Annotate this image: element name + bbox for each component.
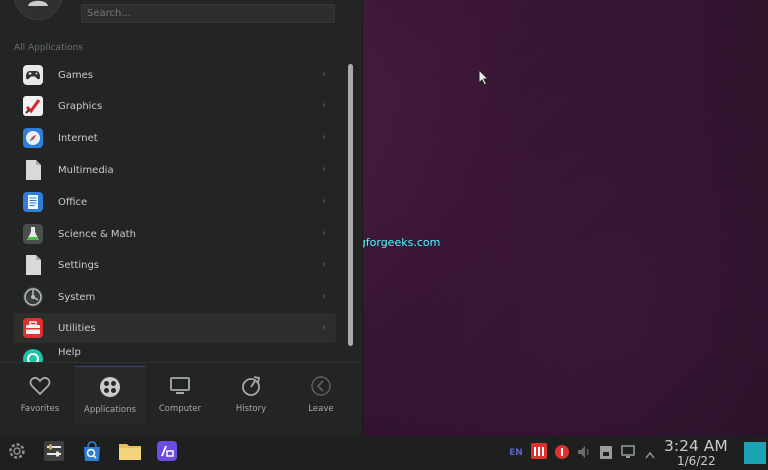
chevron-right-icon: › [322, 100, 326, 111]
app-icon [156, 440, 178, 466]
tab-favorites[interactable]: Favorites [5, 366, 75, 422]
avatar[interactable] [14, 0, 62, 20]
tab-leave[interactable]: Leave [286, 366, 356, 422]
category-label: Utilities [58, 322, 96, 334]
mouse-cursor-icon [478, 68, 490, 90]
file-icon [22, 254, 44, 276]
chevron-right-icon: › [322, 164, 326, 175]
keyboard-layout-indicator[interactable]: EN [507, 441, 525, 465]
tab-label: Leave [308, 404, 334, 414]
gamepad-icon [22, 64, 44, 86]
tab-label: Favorites [20, 404, 60, 414]
taskbar-app-file-manager[interactable] [117, 441, 143, 465]
category-games[interactable]: Games › [14, 60, 336, 90]
speaker-icon [577, 444, 591, 463]
category-help[interactable]: Help [14, 341, 336, 363]
tray-notification-app[interactable] [553, 441, 571, 465]
help-icon [22, 348, 44, 363]
tray-clipboard[interactable] [598, 441, 614, 465]
history-icon [240, 375, 262, 397]
taskbar-app-settings[interactable] [42, 441, 66, 465]
tray-expander[interactable] [643, 441, 657, 465]
store-bag-icon [81, 440, 103, 466]
category-label: Science & Math [58, 228, 136, 240]
category-science-math[interactable]: Science & Math › [14, 219, 336, 249]
chevron-right-icon: › [322, 132, 326, 143]
monitor-icon [169, 375, 191, 397]
document-icon [22, 191, 44, 213]
category-internet[interactable]: Internet › [14, 123, 336, 153]
chevron-right-icon: › [322, 69, 326, 80]
leave-icon [310, 375, 332, 397]
launcher-tabs: Favorites Applications Computer History … [0, 366, 362, 426]
toolbox-icon [22, 317, 44, 339]
flask-icon [22, 223, 44, 245]
category-label: Office [58, 196, 88, 208]
tab-history[interactable]: History [216, 366, 286, 422]
clipboard-icon [600, 444, 612, 463]
show-desktop-button[interactable] [744, 442, 766, 464]
category-label: Graphics [58, 100, 103, 112]
tab-label: Computer [158, 404, 202, 414]
tab-applications[interactable]: Applications [75, 366, 145, 423]
tab-label: Applications [84, 405, 136, 415]
calendar-icon [531, 443, 547, 463]
graphics-icon [22, 95, 44, 117]
taskbar-app-krita[interactable] [155, 441, 179, 465]
category-utilities[interactable]: Utilities › [14, 313, 336, 343]
tray-calendar[interactable] [530, 441, 548, 465]
category-label: System [58, 291, 96, 303]
search-input[interactable] [81, 4, 335, 23]
chevron-right-icon: › [322, 228, 326, 239]
category-label: Help [58, 347, 81, 358]
divider [0, 362, 362, 363]
tab-label: History [235, 404, 267, 414]
category-office[interactable]: Office › [14, 187, 336, 217]
category-label: Games [58, 69, 93, 81]
chevron-right-icon: › [322, 196, 326, 207]
system-icon [22, 286, 44, 308]
language-label: EN [509, 448, 523, 458]
grid-icon [99, 376, 121, 398]
compass-icon [22, 127, 44, 149]
chevron-right-icon: › [322, 259, 326, 270]
application-launcher-button[interactable] [5, 441, 29, 465]
taskbar-app-discover[interactable] [80, 441, 104, 465]
record-icon [555, 444, 569, 463]
category-label: Internet [58, 132, 98, 144]
tab-computer[interactable]: Computer [145, 366, 215, 422]
clock-date[interactable]: 1/6/22 [677, 454, 716, 468]
clock-time[interactable]: 3:24 AM [664, 437, 728, 455]
scrollbar[interactable] [348, 64, 353, 346]
application-launcher: All Applications Games › Graphics › Inte… [0, 0, 363, 436]
taskbar: EN [0, 436, 768, 470]
category-system[interactable]: System › [14, 282, 336, 312]
tray-display[interactable] [620, 441, 636, 465]
category-label: Settings [58, 259, 100, 271]
file-icon [22, 159, 44, 181]
settings-sliders-icon [43, 440, 65, 466]
category-multimedia[interactable]: Multimedia › [14, 155, 336, 185]
category-graphics[interactable]: Graphics › [14, 91, 336, 121]
category-label: Multimedia [58, 164, 114, 176]
chevron-right-icon: › [322, 322, 326, 333]
tray-volume[interactable] [576, 441, 592, 465]
chevron-right-icon: › [322, 291, 326, 302]
monitor-icon [621, 444, 635, 463]
heart-icon [29, 375, 51, 397]
gear-icon [7, 441, 27, 465]
chevron-up-icon [645, 444, 655, 463]
category-settings[interactable]: Settings › [14, 250, 336, 280]
section-label: All Applications [14, 43, 83, 53]
folder-icon [118, 440, 142, 466]
